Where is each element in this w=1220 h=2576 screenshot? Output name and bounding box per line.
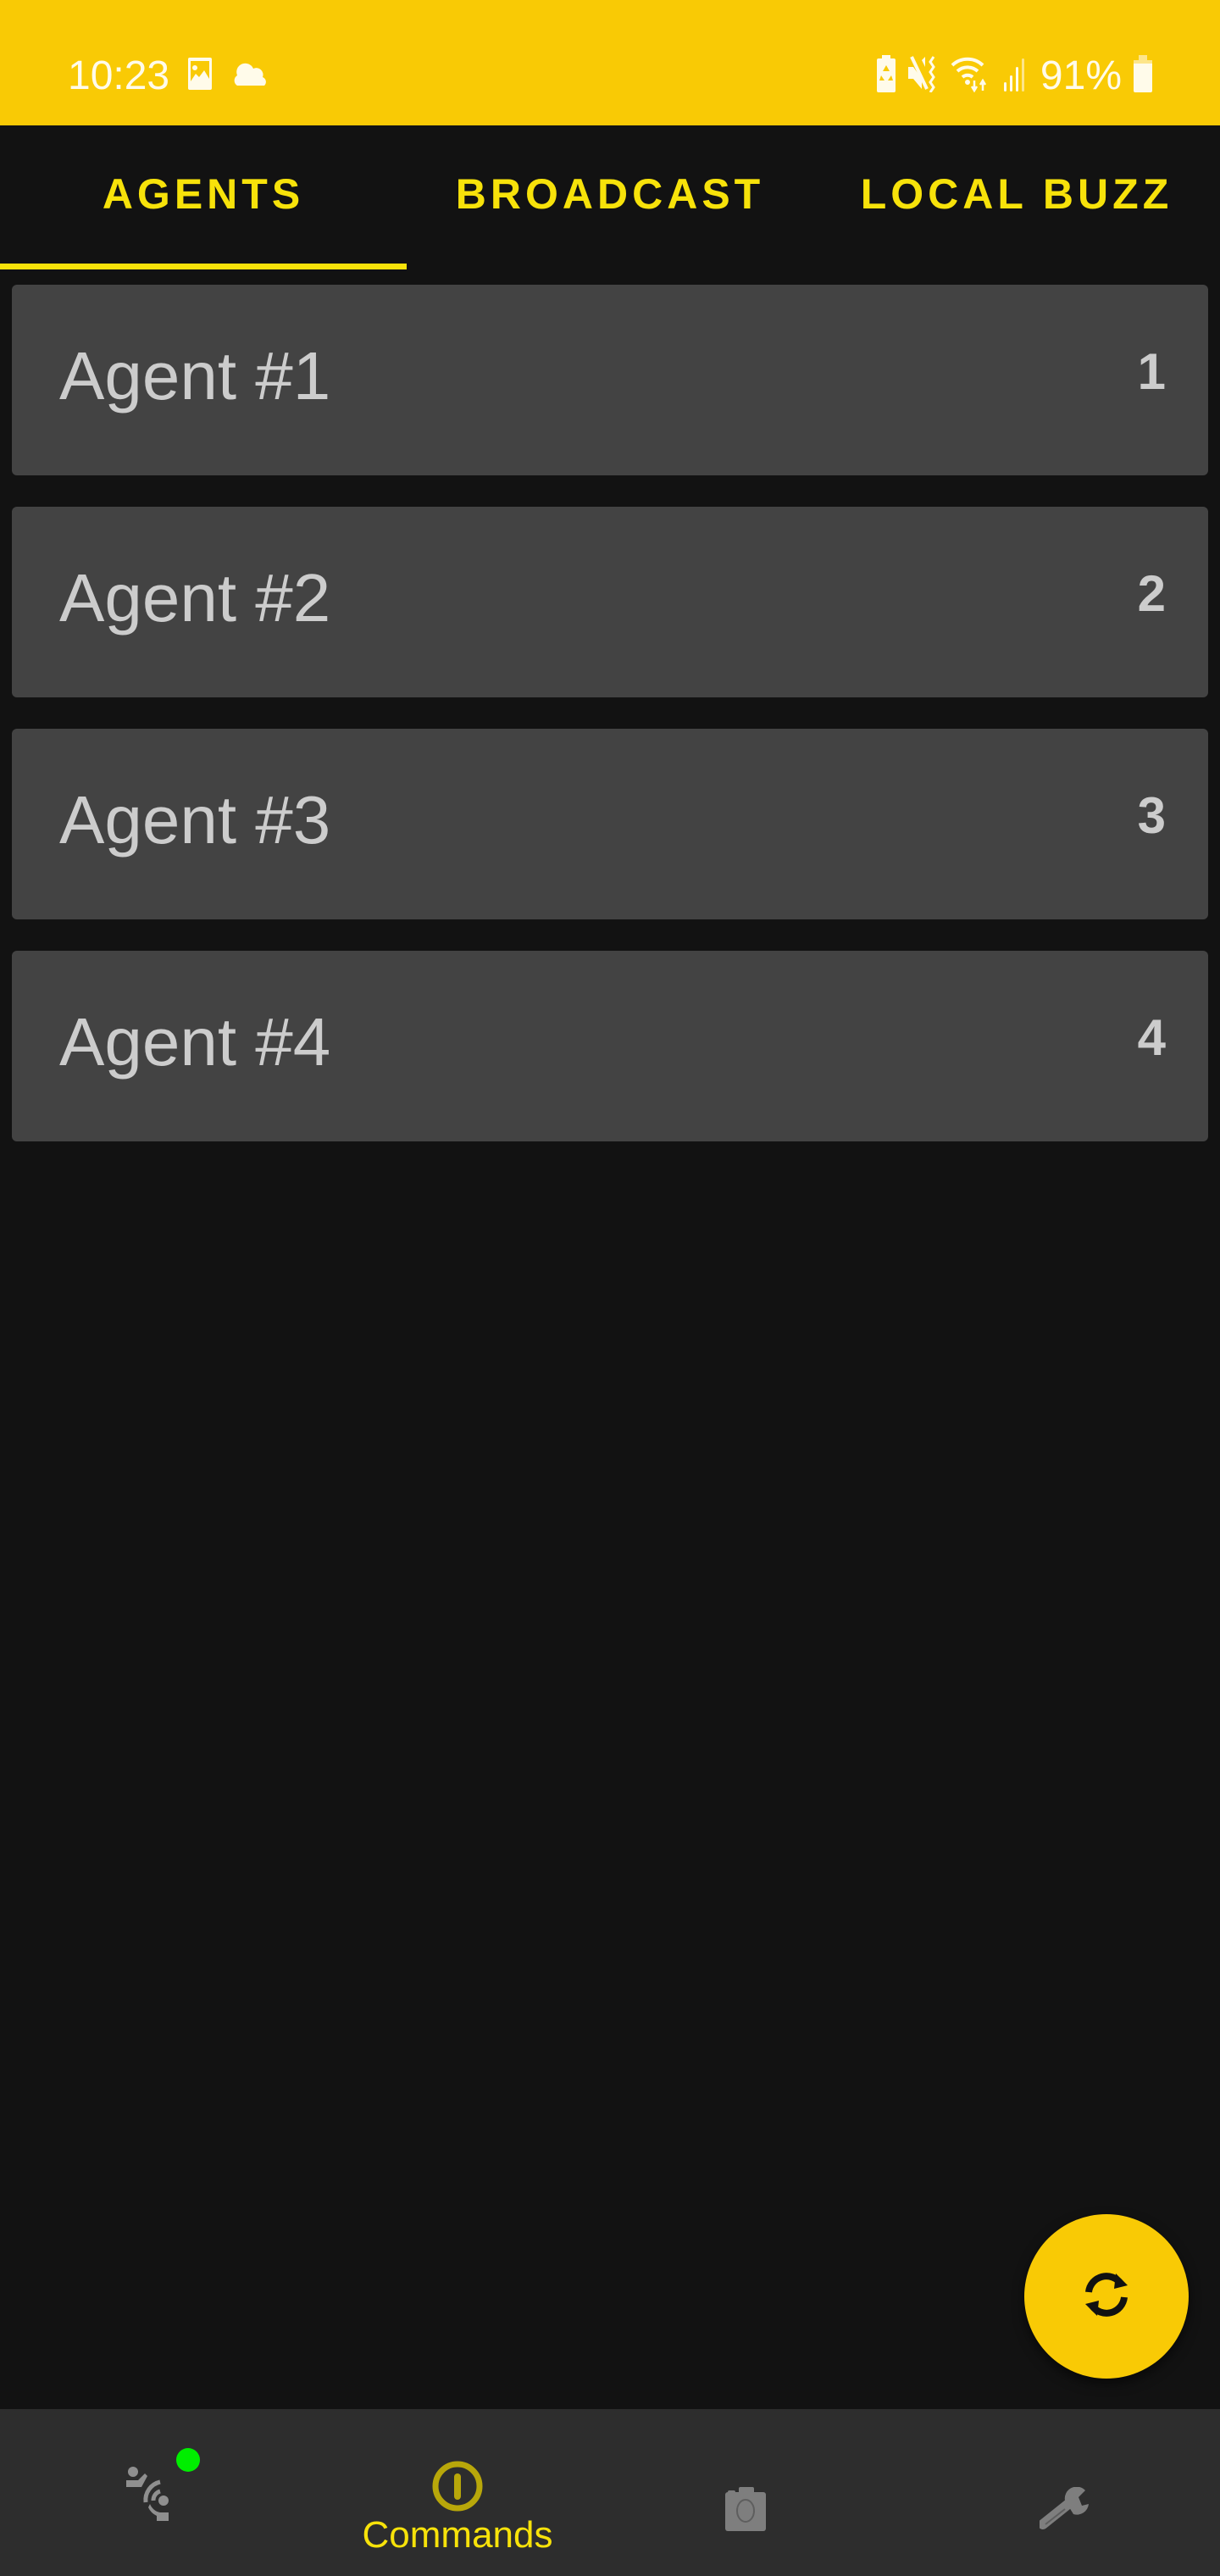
nav-item-agents[interactable] — [0, 2409, 305, 2576]
agent-number: 4 — [1137, 1009, 1166, 1066]
agent-number: 1 — [1137, 343, 1166, 400]
battery-icon — [1134, 54, 1152, 97]
tab-broadcast[interactable]: BROADCAST — [407, 125, 813, 271]
tab-agents[interactable]: AGENTS — [0, 125, 407, 271]
camera-icon — [725, 2487, 768, 2537]
cloud-icon — [230, 60, 269, 92]
nav-item-camera[interactable] — [610, 2409, 915, 2576]
agent-card[interactable]: Agent #1 1 — [12, 285, 1208, 475]
agent-name: Agent #4 — [59, 1004, 331, 1080]
mute-vibrate-icon — [907, 55, 939, 97]
tab-local-buzz[interactable]: LOCAL BUZZ — [813, 125, 1220, 271]
wifi-icon — [951, 55, 991, 97]
wrench-icon — [1038, 2486, 1090, 2540]
battery-percent: 91% — [1040, 53, 1122, 98]
info-circle-icon — [431, 2460, 484, 2517]
agent-name: Agent #1 — [59, 338, 331, 414]
agent-number: 2 — [1137, 565, 1166, 622]
gallery-icon — [183, 57, 217, 95]
online-status-dot — [176, 2448, 200, 2472]
agent-list: Agent #1 1 Agent #2 2 Agent #3 3 Agent #… — [12, 285, 1208, 1173]
agents-connection-icon — [126, 2460, 174, 2525]
agent-card[interactable]: Agent #3 3 — [12, 729, 1208, 919]
status-bar: 10:23 91% — [0, 0, 1220, 125]
agent-card[interactable]: Agent #4 4 — [12, 951, 1208, 1141]
bottom-nav: Commands — [0, 2409, 1220, 2576]
status-right: 91% — [876, 53, 1152, 98]
tab-selected-indicator — [0, 264, 407, 269]
status-left: 10:23 — [68, 53, 269, 98]
tab-bar: AGENTS BROADCAST LOCAL BUZZ — [0, 125, 1220, 271]
refresh-icon — [1079, 2267, 1134, 2327]
signal-icon — [1003, 55, 1029, 97]
nav-item-commands[interactable]: Commands — [305, 2409, 610, 2576]
agent-card[interactable]: Agent #2 2 — [12, 507, 1208, 697]
status-time: 10:23 — [68, 53, 170, 98]
nav-item-settings[interactable] — [915, 2409, 1220, 2576]
agent-name: Agent #3 — [59, 782, 331, 858]
nav-label-commands: Commands — [362, 2514, 553, 2556]
refresh-button[interactable] — [1024, 2214, 1189, 2379]
agent-name: Agent #2 — [59, 560, 331, 636]
battery-saver-icon — [876, 54, 896, 97]
agent-number: 3 — [1137, 787, 1166, 844]
